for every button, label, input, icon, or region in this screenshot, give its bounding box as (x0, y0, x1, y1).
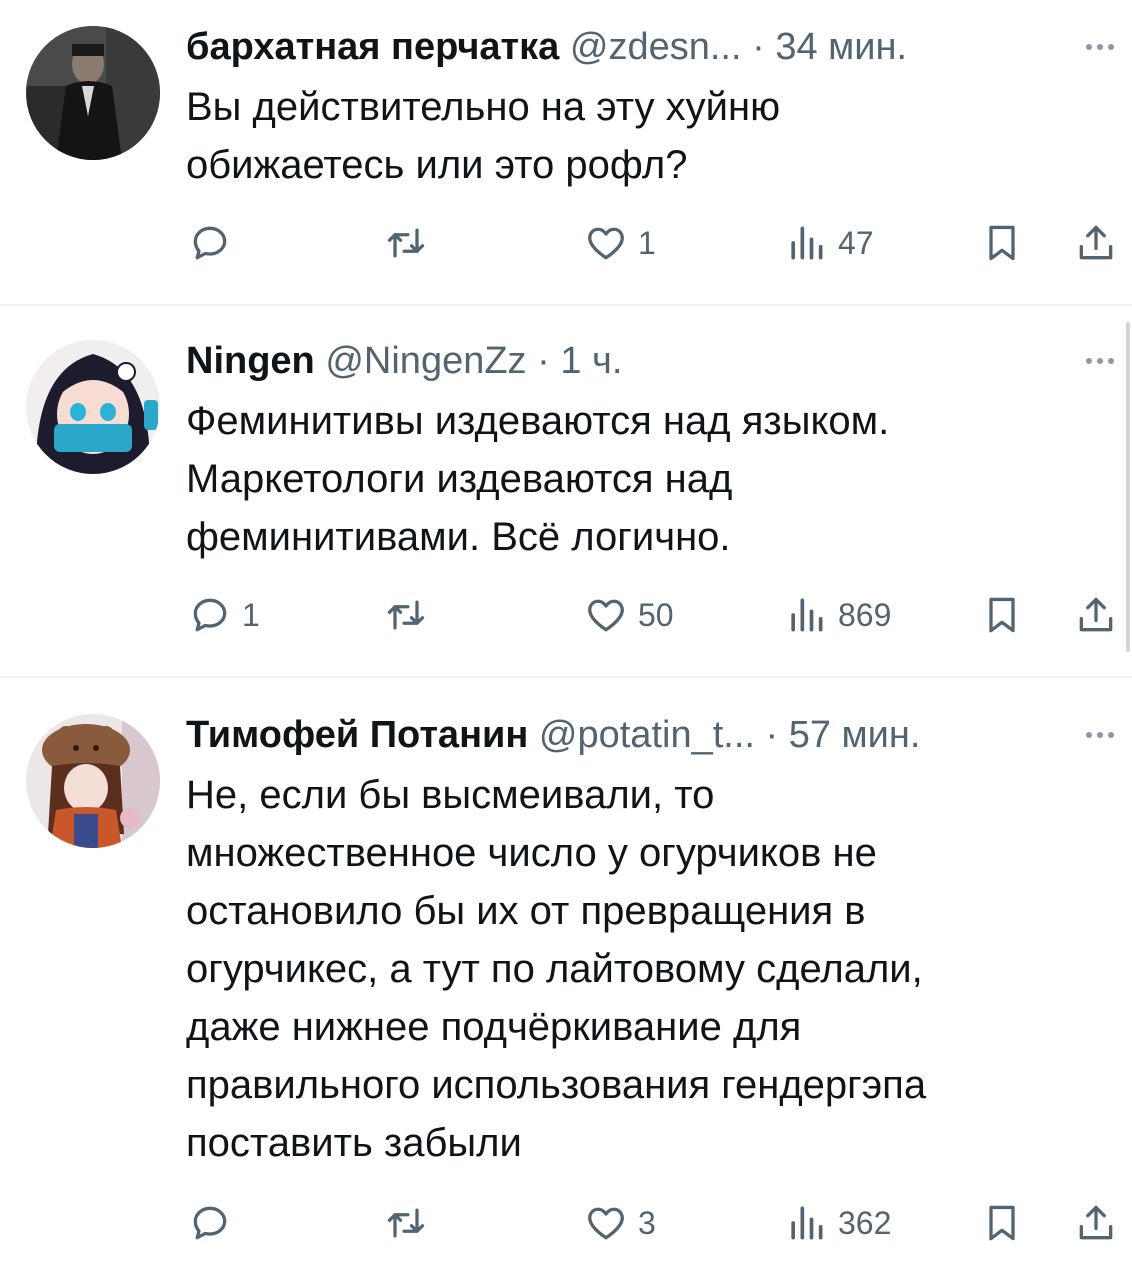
share-button[interactable] (1074, 218, 1118, 268)
more-icon[interactable] (1086, 22, 1114, 72)
tweet-text: Вы действительно на эту хуйню обижаетесь… (186, 78, 1086, 194)
tweet-text-line: Феминитивы издеваются над языком. (186, 399, 890, 443)
timestamp[interactable]: · 34 мин. (752, 26, 907, 68)
reply-button[interactable] (188, 1198, 242, 1248)
heart-icon (588, 599, 624, 632)
avatar[interactable] (26, 26, 160, 160)
tweet-text: Феминитивы издеваются над языком. Маркет… (186, 392, 1086, 566)
reply-button[interactable] (188, 218, 242, 268)
tweet-text-line: поставить забыли (186, 1121, 522, 1165)
retweet-button[interactable] (384, 1198, 438, 1248)
more-icon[interactable] (1086, 336, 1114, 386)
tweet-text-line: Маркетологи издеваются над (186, 457, 733, 501)
action-bar: 3 362 (0, 1198, 1132, 1248)
tweet-text-line: обижаетесь или это рофл? (186, 143, 688, 187)
views-icon (791, 598, 823, 632)
tweet-text-line: множественное число у огурчиков не (186, 831, 877, 875)
views-button[interactable]: 47 (784, 218, 874, 268)
tweet[interactable]: бархатная перчатка @zdesn... · 34 мин. В… (0, 22, 1132, 304)
heart-icon (588, 227, 624, 260)
tweet-text-line: остановило бы их от превращения в (186, 889, 866, 933)
like-button[interactable]: 3 (584, 1198, 656, 1248)
share-icon (1079, 1205, 1113, 1240)
tweet-text-line: Вы действительно на эту хуйню (186, 85, 781, 129)
avatar-image (26, 340, 160, 474)
views-count: 869 (838, 596, 892, 633)
share-icon (1079, 225, 1113, 260)
retweet-icon (387, 228, 425, 258)
like-button[interactable]: 50 (584, 590, 674, 640)
views-count: 362 (838, 1204, 892, 1241)
avatar[interactable] (26, 714, 160, 848)
like-button[interactable]: 1 (584, 218, 656, 268)
retweet-icon (387, 600, 425, 630)
tweet-text-line: правильного использования гендергэпа (186, 1063, 927, 1107)
display-name[interactable]: Ningen (186, 340, 315, 382)
action-bar: 1 47 (0, 218, 1132, 268)
divider (0, 676, 1132, 678)
handle[interactable]: @NingenZz (325, 340, 526, 382)
reply-icon (193, 1206, 227, 1240)
handle[interactable]: @zdesn... (570, 26, 742, 68)
share-button[interactable] (1074, 590, 1118, 640)
share-icon (1079, 597, 1113, 632)
tweet[interactable]: Тимофей Потанин @potatin_t... · 57 мин. … (0, 710, 1132, 1270)
reply-icon (193, 598, 227, 632)
reply-count: 1 (242, 596, 260, 633)
tweet-text-line: даже нижнее подчёркивание для (186, 1005, 802, 1049)
avatar-image (26, 714, 160, 848)
like-count: 1 (638, 224, 656, 261)
divider (0, 304, 1132, 306)
tweet-header: Тимофей Потанин @potatin_t... · 57 мин. (186, 710, 920, 760)
tweet-header: бархатная перчатка @zdesn... · 34 мин. (186, 22, 907, 72)
bookmark-button[interactable] (980, 590, 1024, 640)
tweet-text-line: феминитивами. Всё логично. (186, 515, 731, 559)
bookmark-icon (989, 225, 1015, 261)
like-count: 50 (638, 596, 674, 633)
tweet-text-line: огурчикес, а тут по лайтовому сделали, (186, 947, 923, 991)
tweet[interactable]: Ningen @NingenZz · 1 ч. Феминитивы издев… (0, 336, 1132, 676)
reply-button[interactable]: 1 (188, 590, 260, 640)
views-count: 47 (838, 224, 874, 261)
handle[interactable]: @potatin_t... (539, 714, 755, 756)
bookmark-icon (989, 1205, 1015, 1241)
bookmark-button[interactable] (980, 1198, 1024, 1248)
retweet-icon (387, 1208, 425, 1238)
action-bar: 1 50 869 (0, 590, 1132, 640)
views-button[interactable]: 869 (784, 590, 891, 640)
avatar[interactable] (26, 340, 160, 474)
timestamp[interactable]: · 57 мин. (766, 714, 921, 756)
share-button[interactable] (1074, 1198, 1118, 1248)
avatar-image (26, 26, 160, 160)
views-button[interactable]: 362 (784, 1198, 891, 1248)
tweet-text: Не, если бы высмеивали, то множественное… (186, 766, 1086, 1172)
views-icon (791, 226, 823, 260)
bookmark-button[interactable] (980, 218, 1024, 268)
heart-icon (588, 1207, 624, 1240)
views-icon (791, 1206, 823, 1240)
bookmark-icon (989, 597, 1015, 633)
like-count: 3 (638, 1204, 656, 1241)
retweet-button[interactable] (384, 218, 438, 268)
more-icon[interactable] (1086, 710, 1114, 760)
tweet-header: Ningen @NingenZz · 1 ч. (186, 336, 622, 386)
tweet-text-line: Не, если бы высмеивали, то (186, 773, 715, 817)
retweet-button[interactable] (384, 590, 438, 640)
display-name[interactable]: бархатная перчатка (186, 26, 559, 68)
reply-icon (193, 226, 227, 260)
display-name[interactable]: Тимофей Потанин (186, 714, 528, 756)
timestamp[interactable]: · 1 ч. (537, 340, 622, 382)
